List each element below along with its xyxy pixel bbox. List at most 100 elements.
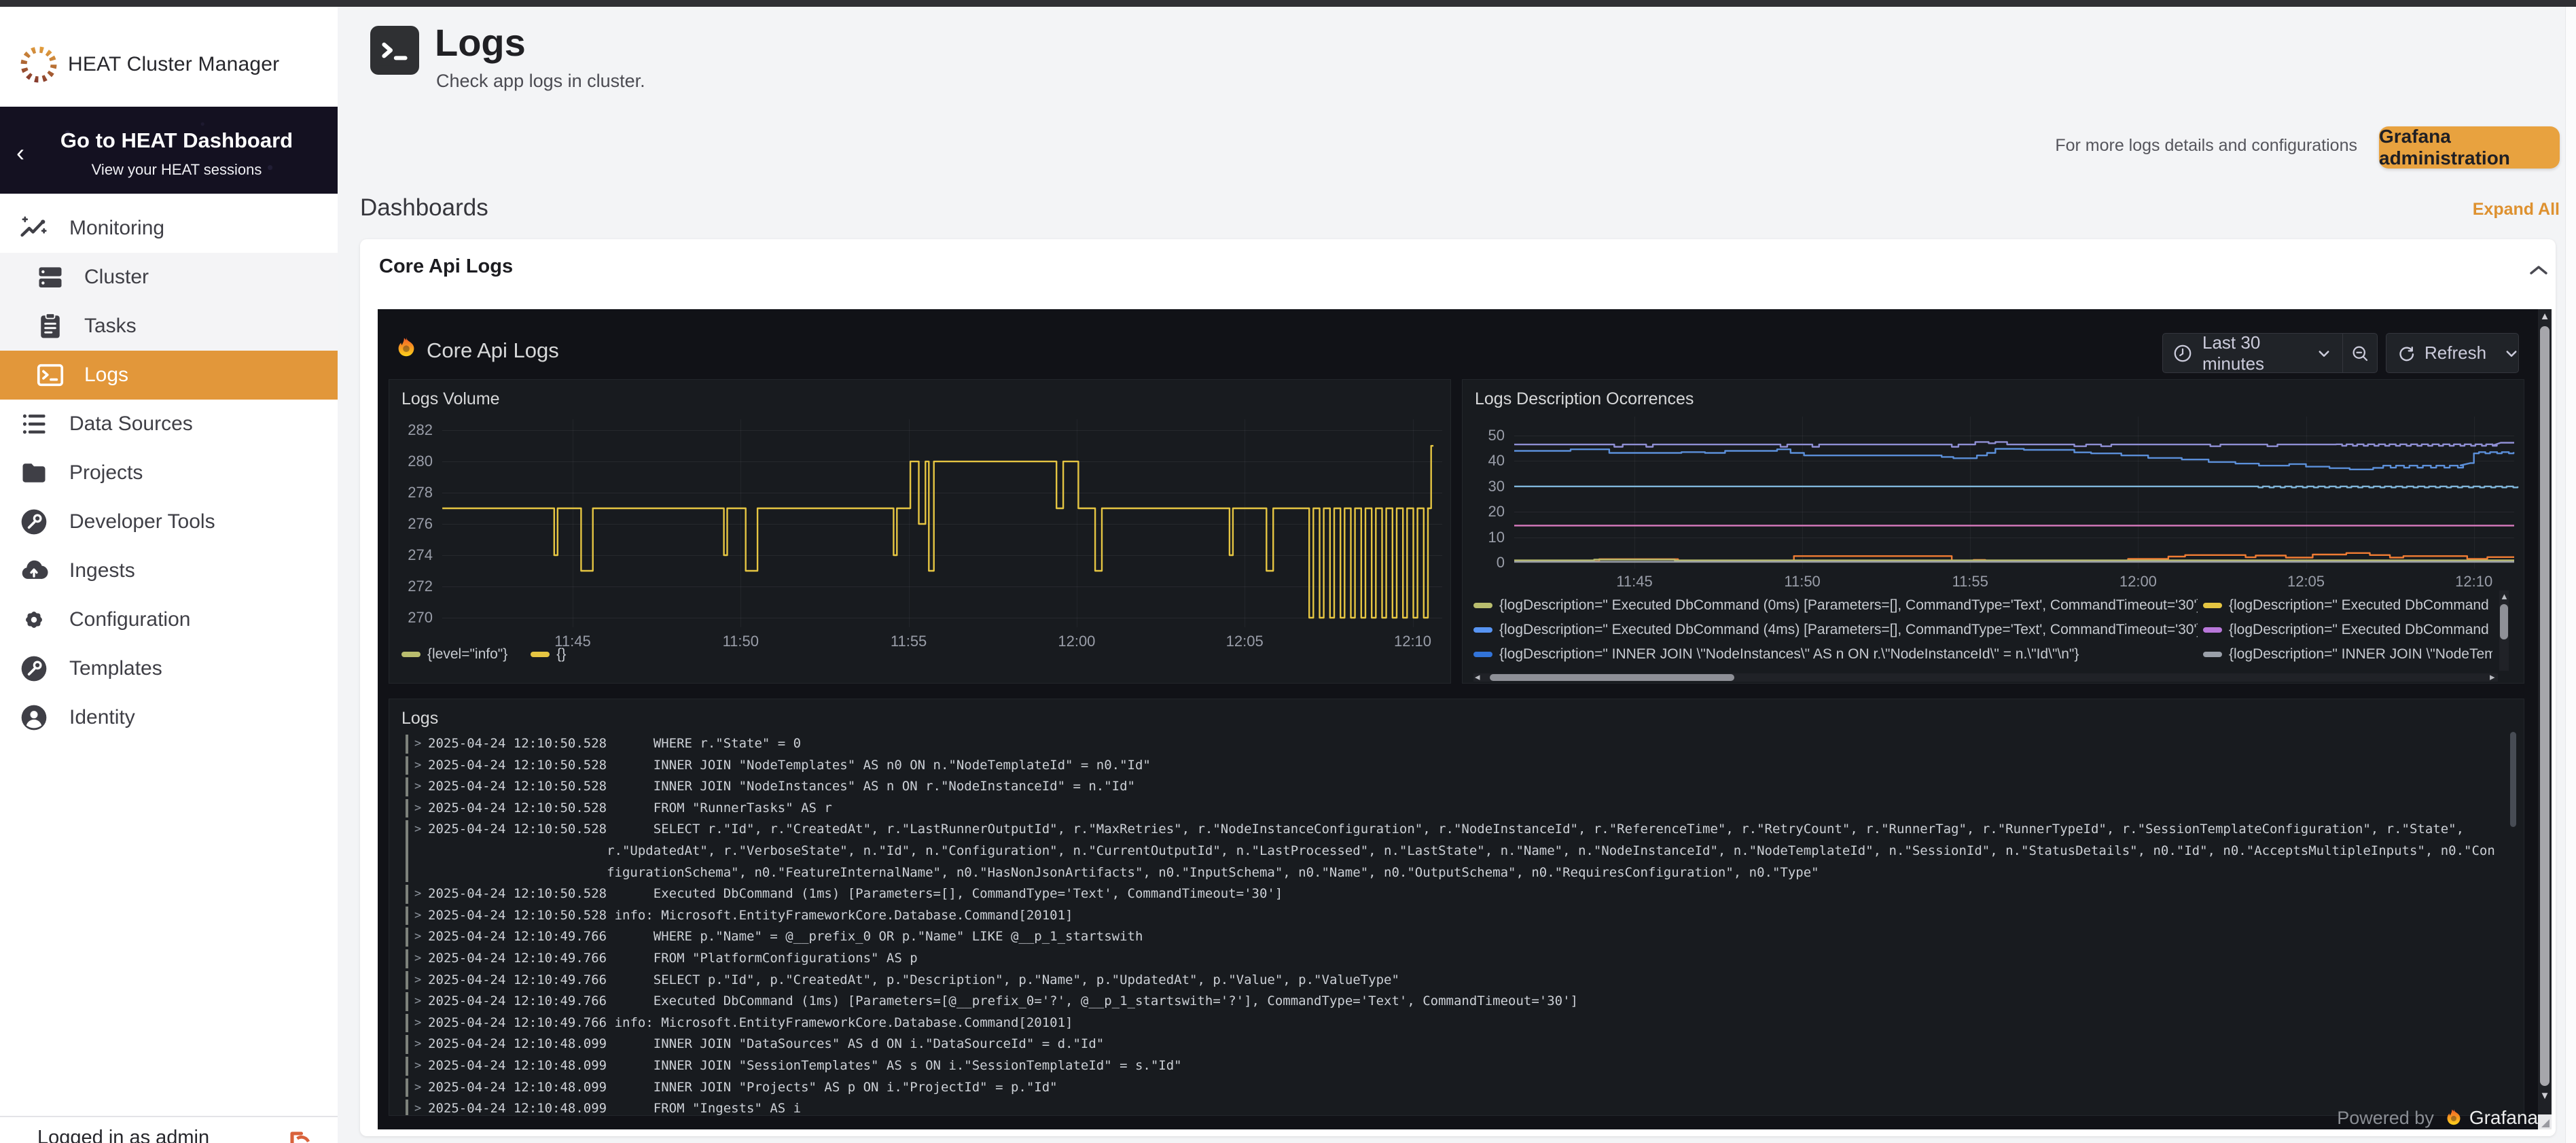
wrench-circle-icon: [19, 654, 49, 684]
frame-scroll-thumb[interactable]: [2540, 326, 2550, 1086]
sidebar-item-logs[interactable]: Logs: [0, 351, 338, 400]
refresh-button[interactable]: Refresh: [2386, 333, 2519, 373]
chevron-up-icon[interactable]: [2528, 264, 2549, 277]
brand[interactable]: HEAT Cluster Manager: [0, 27, 338, 102]
legend-swatch: [1473, 627, 1492, 633]
log-timestamp: 2025-04-24 12:10:50.528: [428, 883, 607, 905]
expand-chevron-icon[interactable]: >: [414, 1013, 428, 1034]
log-message: Executed DbCommand (1ms) [Parameters=[@_…: [607, 991, 2501, 1013]
legend-swatch: [2203, 652, 2222, 657]
log-row[interactable]: >2025-04-24 12:10:48.099 INNER JOIN "Pro…: [406, 1077, 2501, 1099]
dashboards-heading: Dashboards: [360, 194, 488, 222]
chevron-down-icon[interactable]: [2501, 343, 2522, 364]
chevron-down-icon: [2314, 343, 2334, 364]
accordion-title[interactable]: Core Api Logs: [379, 256, 513, 278]
legend-item[interactable]: {logDescription=" Executed DbCommand (4m…: [1473, 618, 2198, 642]
sidebar-item-developer-tools[interactable]: Developer Tools: [0, 497, 338, 546]
legend-item[interactable]: {logDescription=" Executed DbCommand (1m…: [2203, 593, 2492, 618]
sidebar-item-templates[interactable]: Templates: [0, 644, 338, 693]
scroll-up-arrow-icon[interactable]: ▲: [2500, 592, 2508, 601]
expand-chevron-icon[interactable]: >: [414, 1077, 428, 1099]
panel-title[interactable]: Logs: [401, 709, 438, 728]
log-timestamp: 2025-04-24 12:10:48.099: [428, 1034, 607, 1055]
log-row[interactable]: >2025-04-24 12:10:50.528 INNER JOIN "Nod…: [406, 776, 2501, 798]
log-row[interactable]: >2025-04-24 12:10:50.528 SELECT r."Id", …: [406, 819, 2501, 883]
log-row[interactable]: >2025-04-24 12:10:49.766 info: Microsoft…: [406, 1013, 2501, 1034]
log-row[interactable]: >2025-04-24 12:10:50.528 WHERE r."State"…: [406, 733, 2501, 755]
expand-chevron-icon[interactable]: >: [414, 819, 428, 841]
expand-chevron-icon[interactable]: >: [414, 926, 428, 948]
sidebar-item-tasks[interactable]: Tasks: [0, 302, 338, 351]
legend-item[interactable]: {}: [531, 646, 566, 663]
legend-swatch: [2203, 627, 2222, 633]
legend-label: {logDescription=" INNER JOIN \"NodeTempl…: [2229, 646, 2492, 663]
expand-chevron-icon[interactable]: >: [414, 948, 428, 970]
log-row[interactable]: >2025-04-24 12:10:48.099 INNER JOIN "Dat…: [406, 1034, 2501, 1055]
expand-chevron-icon[interactable]: >: [414, 1034, 428, 1055]
expand-chevron-icon[interactable]: >: [414, 776, 428, 798]
gear-icon: [19, 605, 49, 635]
legend-horizontal-scroll-thumb[interactable]: [1490, 674, 1734, 681]
expand-chevron-icon[interactable]: >: [414, 905, 428, 927]
grafana-footer: Powered by Grafana: [378, 1106, 2538, 1129]
log-row[interactable]: >2025-04-24 12:10:50.528 Executed DbComm…: [406, 883, 2501, 905]
banner-title: Go to HEAT Dashboard: [48, 128, 306, 153]
series-lightblue-30: [1514, 487, 2518, 488]
logs-scroll-thumb[interactable]: [2510, 732, 2516, 827]
expand-chevron-icon[interactable]: >: [414, 1055, 428, 1077]
legend-vertical-scroll-thumb[interactable]: [2500, 604, 2508, 639]
cloud-upload-icon: [19, 556, 49, 586]
log-row[interactable]: >2025-04-24 12:10:50.528 FROM "RunnerTas…: [406, 798, 2501, 820]
scroll-left-arrow-icon[interactable]: ◂: [1475, 673, 1480, 682]
legend-item[interactable]: {logDescription=" INNER JOIN \"NodeInsta…: [1473, 642, 2198, 667]
legend-label: {logDescription=" Executed DbCommand (7m…: [2229, 622, 2492, 638]
expand-chevron-icon[interactable]: >: [414, 798, 428, 820]
chart-canvas[interactable]: [389, 380, 1452, 684]
log-level-bar: [406, 799, 408, 818]
expand-chevron-icon[interactable]: >: [414, 755, 428, 777]
sidebar-item-data-sources[interactable]: Data Sources: [0, 400, 338, 449]
scroll-up-arrow-icon[interactable]: ▲: [2538, 309, 2552, 324]
expand-chevron-icon[interactable]: >: [414, 970, 428, 991]
sidebar-item-ingests[interactable]: Ingests: [0, 546, 338, 595]
sidebar-item-monitoring[interactable]: Monitoring: [0, 204, 338, 253]
logout-icon[interactable]: [288, 1129, 312, 1143]
sidebar-item-projects[interactable]: Projects: [0, 449, 338, 497]
wrench-circle-icon: [19, 507, 49, 537]
log-level-bar: [406, 777, 408, 796]
log-row[interactable]: >2025-04-24 12:10:49.766 FROM "PlatformC…: [406, 948, 2501, 970]
sidebar-item-configuration[interactable]: Configuration: [0, 595, 338, 644]
sidebar-item-identity[interactable]: Identity: [0, 693, 338, 742]
zoom-out-icon[interactable]: [2350, 343, 2370, 364]
log-message: INNER JOIN "DataSources" AS d ON i."Data…: [607, 1034, 2501, 1055]
log-row[interactable]: >2025-04-24 12:10:50.528 info: Microsoft…: [406, 905, 2501, 927]
expand-chevron-icon[interactable]: >: [414, 991, 428, 1013]
heat-dashboard-banner[interactable]: ‹ Go to HEAT Dashboard View your HEAT se…: [0, 107, 338, 194]
legend-item[interactable]: {level="info"}: [401, 646, 507, 663]
legend-item[interactable]: {logDescription=" INNER JOIN \"NodeTempl…: [2203, 642, 2492, 667]
log-row[interactable]: >2025-04-24 12:10:49.766 WHERE p."Name" …: [406, 926, 2501, 948]
log-row[interactable]: >2025-04-24 12:10:49.766 Executed DbComm…: [406, 991, 2501, 1013]
expand-chevron-icon[interactable]: >: [414, 733, 428, 755]
legend-label: {logDescription=" INNER JOIN \"NodeInsta…: [1499, 646, 2079, 663]
legend-swatch: [1473, 652, 1492, 657]
log-row[interactable]: >2025-04-24 12:10:48.099 INNER JOIN "Ses…: [406, 1055, 2501, 1077]
scroll-right-arrow-icon[interactable]: ▸: [2490, 673, 2495, 682]
grafana-brand-label[interactable]: Grafana: [2469, 1107, 2538, 1129]
legend-item[interactable]: {logDescription=" Executed DbCommand (0m…: [1473, 593, 2198, 618]
window-top-bar: [0, 0, 2576, 7]
series-{}: [442, 446, 1433, 618]
log-row[interactable]: >2025-04-24 12:10:49.766 SELECT p."Id", …: [406, 970, 2501, 991]
grafana-administration-button[interactable]: Grafana administration: [2379, 126, 2560, 169]
expand-chevron-icon[interactable]: >: [414, 883, 428, 905]
sidebar-item-cluster[interactable]: Cluster: [0, 253, 338, 302]
chevron-left-icon[interactable]: ‹: [16, 141, 24, 165]
sidebar: HEAT Cluster Manager ‹ Go to HEAT Dashbo…: [0, 7, 338, 1143]
log-level-bar: [406, 1057, 408, 1076]
scroll-down-arrow-icon[interactable]: ▼: [2538, 1089, 2552, 1104]
log-row[interactable]: >2025-04-24 12:10:50.528 INNER JOIN "Nod…: [406, 755, 2501, 777]
expand-all-link[interactable]: Expand All: [2390, 200, 2560, 219]
legend-item[interactable]: {logDescription=" Executed DbCommand (7m…: [2203, 618, 2492, 642]
page-scrollbar-gutter[interactable]: [2565, 7, 2576, 1143]
time-range-picker[interactable]: Last 30 minutes: [2162, 333, 2378, 373]
